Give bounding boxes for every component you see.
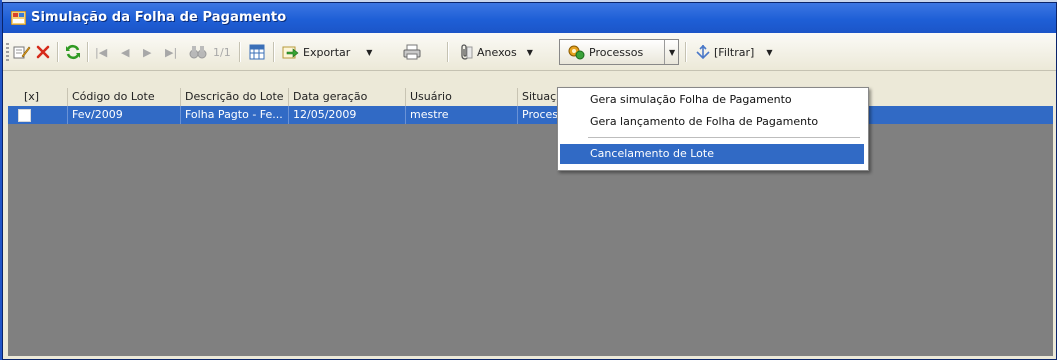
binoculars-icon (189, 46, 207, 59)
menu-separator (588, 137, 860, 138)
toolbar-separator (57, 42, 59, 62)
column-header-codigo[interactable]: Código do Lote (68, 88, 181, 106)
column-header-descricao[interactable]: Descrição do Lote (181, 88, 289, 106)
title-bar: Simulação da Folha de Pagamento (3, 3, 1056, 33)
close-icon (36, 45, 50, 59)
toolbar-separator (239, 42, 241, 62)
cell-descricao: Folha Pagto - Fe... (181, 106, 289, 124)
edit-icon (13, 46, 31, 59)
edit-button[interactable] (13, 42, 31, 62)
printer-icon (403, 44, 421, 60)
anexos-dropdown-icon[interactable]: ▼ (527, 48, 533, 57)
last-icon: ▶| (165, 45, 178, 59)
grid-header: [x] Código do Lote Descrição do Lote Dat… (8, 88, 1053, 107)
toolbar-separator (685, 42, 687, 62)
last-record-button[interactable]: ▶| (165, 42, 177, 62)
first-record-button[interactable]: |◀ (95, 42, 107, 62)
exportar-label: Exportar (303, 45, 351, 59)
find-button[interactable] (189, 42, 207, 62)
next-record-button[interactable]: ▶ (143, 42, 151, 62)
cell-codigo: Fev/2009 (68, 106, 181, 124)
column-header-usuario[interactable]: Usuário (406, 88, 518, 106)
filtrar-label: [Filtrar] (714, 45, 755, 59)
filtrar-button[interactable]: [Filtrar] ▼ (695, 42, 772, 62)
toolbar-separator (273, 42, 275, 62)
processos-dropdown-button[interactable]: ▼ (669, 42, 675, 62)
processos-button-content[interactable]: Processos (567, 42, 643, 62)
previous-record-button[interactable]: ◀ (121, 42, 129, 62)
next-icon: ▶ (143, 45, 152, 59)
grid-top-strip (3, 71, 1056, 89)
grid-view-button[interactable] (249, 42, 265, 62)
grid-icon (249, 44, 265, 60)
column-header-select[interactable]: [x] (8, 88, 68, 106)
menu-item-cancelamento-lote[interactable]: Cancelamento de Lote (560, 144, 864, 164)
processos-label: Processos (589, 45, 644, 59)
toolbar: |◀ ◀ ▶ ▶| 1/1 Exportar ▼ Anexos ▼ Proces… (3, 33, 1056, 71)
toolbar-separator (447, 42, 449, 62)
menu-item-gera-simulacao[interactable]: Gera simulação Folha de Pagamento (560, 90, 864, 110)
processos-menu: Gera simulação Folha de Pagamento Gera l… (557, 87, 869, 171)
gear-process-icon (568, 45, 585, 60)
form-icon (11, 11, 26, 25)
exportar-button[interactable]: Exportar ▼ (281, 42, 372, 62)
window-left-border (0, 0, 2, 360)
record-position: 1/1 (213, 45, 231, 59)
column-header-data[interactable]: Data geração (289, 88, 406, 106)
cell-usuario: mestre (406, 106, 518, 124)
menu-item-gera-lancamento[interactable]: Gera lançamento de Folha de Pagamento (560, 112, 864, 132)
anexos-label: Anexos (477, 45, 517, 59)
row-checkbox[interactable] (18, 109, 31, 122)
print-button[interactable] (403, 42, 421, 62)
toolbar-grip[interactable] (6, 43, 9, 61)
row-select-cell[interactable] (8, 106, 68, 124)
refresh-icon (66, 44, 80, 60)
exportar-dropdown-icon[interactable]: ▼ (366, 48, 372, 57)
lotes-grid[interactable]: [x] Código do Lote Descrição do Lote Dat… (8, 88, 1053, 356)
anexos-button[interactable]: Anexos ▼ (459, 42, 533, 62)
paperclip-icon (461, 44, 473, 60)
first-icon: |◀ (95, 45, 108, 59)
delete-button[interactable] (35, 42, 51, 62)
toolbar-separator (87, 42, 89, 62)
filtrar-dropdown-icon[interactable]: ▼ (766, 48, 772, 57)
export-arrow-icon (282, 46, 299, 59)
filter-icon (696, 44, 710, 60)
processos-split (664, 40, 665, 64)
cell-data: 12/05/2009 (289, 106, 406, 124)
window-title: Simulação da Folha de Pagamento (31, 10, 287, 25)
table-row[interactable]: Fev/2009 Folha Pagto - Fe... 12/05/2009 … (8, 106, 1053, 124)
previous-icon: ◀ (121, 45, 130, 59)
chevron-down-icon: ▼ (669, 47, 676, 57)
refresh-button[interactable] (65, 42, 81, 62)
